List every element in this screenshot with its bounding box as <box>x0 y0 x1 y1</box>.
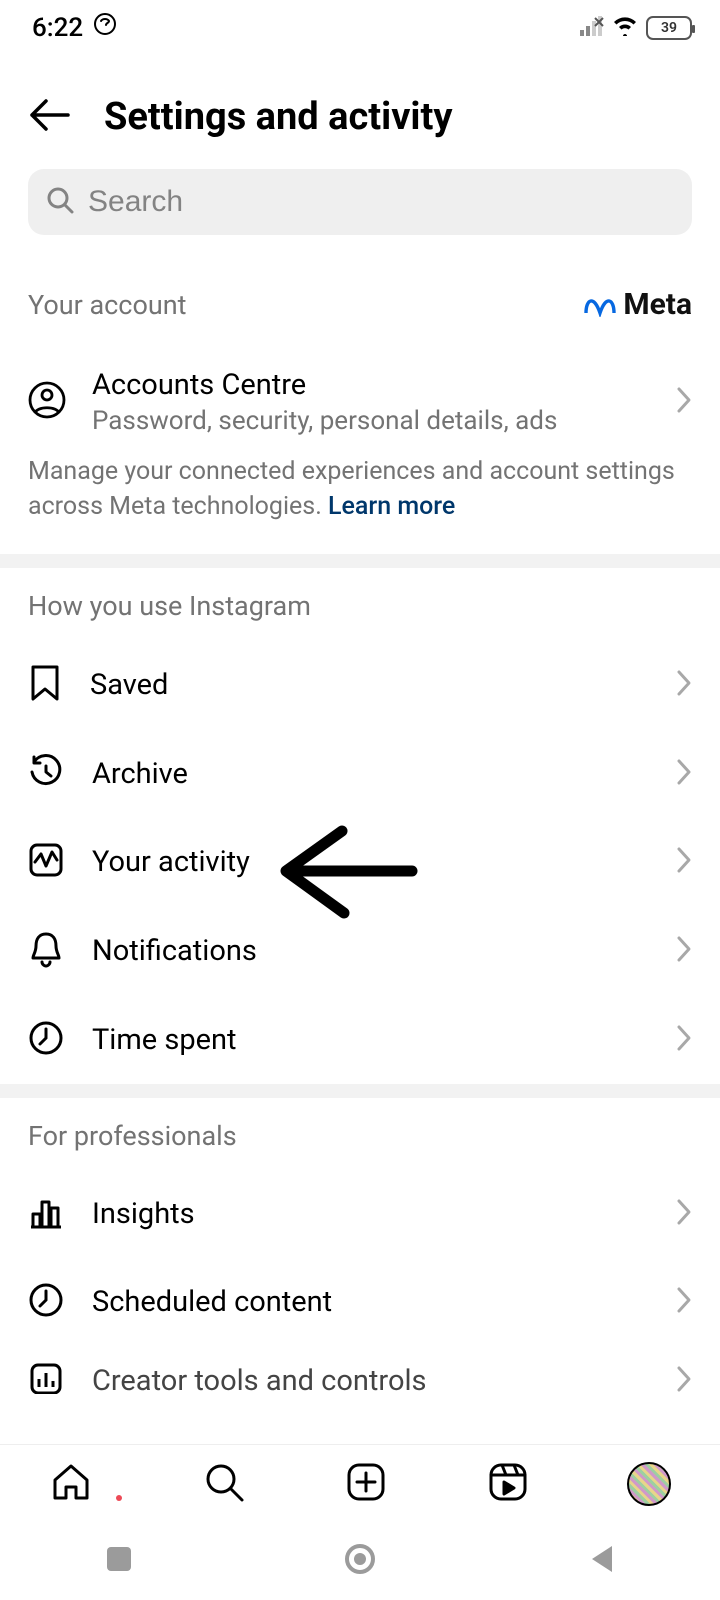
accounts-centre-title: Accounts Centre <box>92 368 650 402</box>
new-post-icon[interactable] <box>344 1460 388 1508</box>
chevron-right-icon <box>676 386 692 418</box>
row-archive[interactable]: Archive <box>0 730 720 818</box>
meta-brand: Meta <box>583 287 692 322</box>
section-divider <box>0 1084 720 1098</box>
chevron-right-icon <box>676 1024 692 1056</box>
row-creator-tools[interactable]: Creator tools and controls <box>0 1346 720 1394</box>
bar-chart-icon <box>28 1194 64 1234</box>
battery-indicator: 39 <box>646 16 692 40</box>
page-title: Settings and activity <box>104 95 452 139</box>
meta-label: Meta <box>623 287 692 322</box>
wifi-icon <box>612 13 638 43</box>
creator-icon <box>28 1361 64 1394</box>
search-field[interactable] <box>28 169 692 235</box>
section-your-account: Your account <box>28 289 186 321</box>
back-button[interactable] <box>586 1542 616 1580</box>
chevron-right-icon <box>676 758 692 790</box>
row-label: Your activity <box>92 845 648 879</box>
chevron-right-icon <box>676 846 692 878</box>
bookmark-icon <box>28 664 62 706</box>
accounts-centre-desc: Manage your connected experiences and ac… <box>0 450 720 554</box>
search-nav-icon[interactable] <box>202 1460 246 1508</box>
row-label: Archive <box>92 757 648 791</box>
section-divider <box>0 554 720 568</box>
person-circle-icon <box>27 380 67 424</box>
bottom-nav <box>0 1444 720 1522</box>
whatsapp-icon <box>93 12 117 43</box>
chevron-right-icon <box>676 1365 692 1394</box>
row-insights[interactable]: Insights <box>0 1170 720 1258</box>
bell-icon <box>28 930 64 972</box>
search-icon <box>46 186 74 218</box>
reels-icon[interactable] <box>486 1460 530 1508</box>
home-icon[interactable] <box>49 1460 105 1508</box>
status-bar: 6:22 39 <box>0 0 720 55</box>
row-your-activity[interactable]: Your activity <box>0 818 720 906</box>
home-button[interactable] <box>343 1542 377 1580</box>
back-icon[interactable] <box>28 97 70 137</box>
signal-icon <box>580 13 604 43</box>
row-label: Saved <box>90 668 648 702</box>
chevron-right-icon <box>676 935 692 967</box>
chevron-right-icon <box>676 669 692 701</box>
row-notifications[interactable]: Notifications <box>0 906 720 996</box>
system-nav <box>0 1522 720 1600</box>
row-label: Insights <box>92 1197 648 1231</box>
section-usage: How you use Instagram <box>28 590 311 622</box>
accounts-centre-row[interactable]: Accounts Centre Password, security, pers… <box>0 340 720 450</box>
learn-more-link[interactable]: Learn more <box>328 492 455 521</box>
chevron-right-icon <box>676 1198 692 1230</box>
row-label: Scheduled content <box>92 1285 648 1319</box>
section-professionals: For professionals <box>28 1120 237 1152</box>
activity-icon <box>28 842 64 882</box>
accounts-centre-sub: Password, security, personal details, ad… <box>92 406 650 436</box>
row-label: Time spent <box>92 1023 648 1057</box>
clock-icon <box>28 1020 64 1060</box>
row-saved[interactable]: Saved <box>0 640 720 730</box>
row-scheduled-content[interactable]: Scheduled content <box>0 1258 720 1346</box>
archive-icon <box>28 754 64 794</box>
chevron-right-icon <box>676 1286 692 1318</box>
row-time-spent[interactable]: Time spent <box>0 996 720 1084</box>
row-label: Notifications <box>92 934 648 968</box>
profile-avatar[interactable] <box>627 1462 671 1506</box>
app-header: Settings and activity <box>0 55 720 169</box>
recent-apps-button[interactable] <box>104 1544 134 1578</box>
row-label: Creator tools and controls <box>92 1364 648 1394</box>
search-input[interactable] <box>88 185 674 219</box>
status-time: 6:22 <box>32 13 83 43</box>
clock-icon <box>28 1282 64 1322</box>
